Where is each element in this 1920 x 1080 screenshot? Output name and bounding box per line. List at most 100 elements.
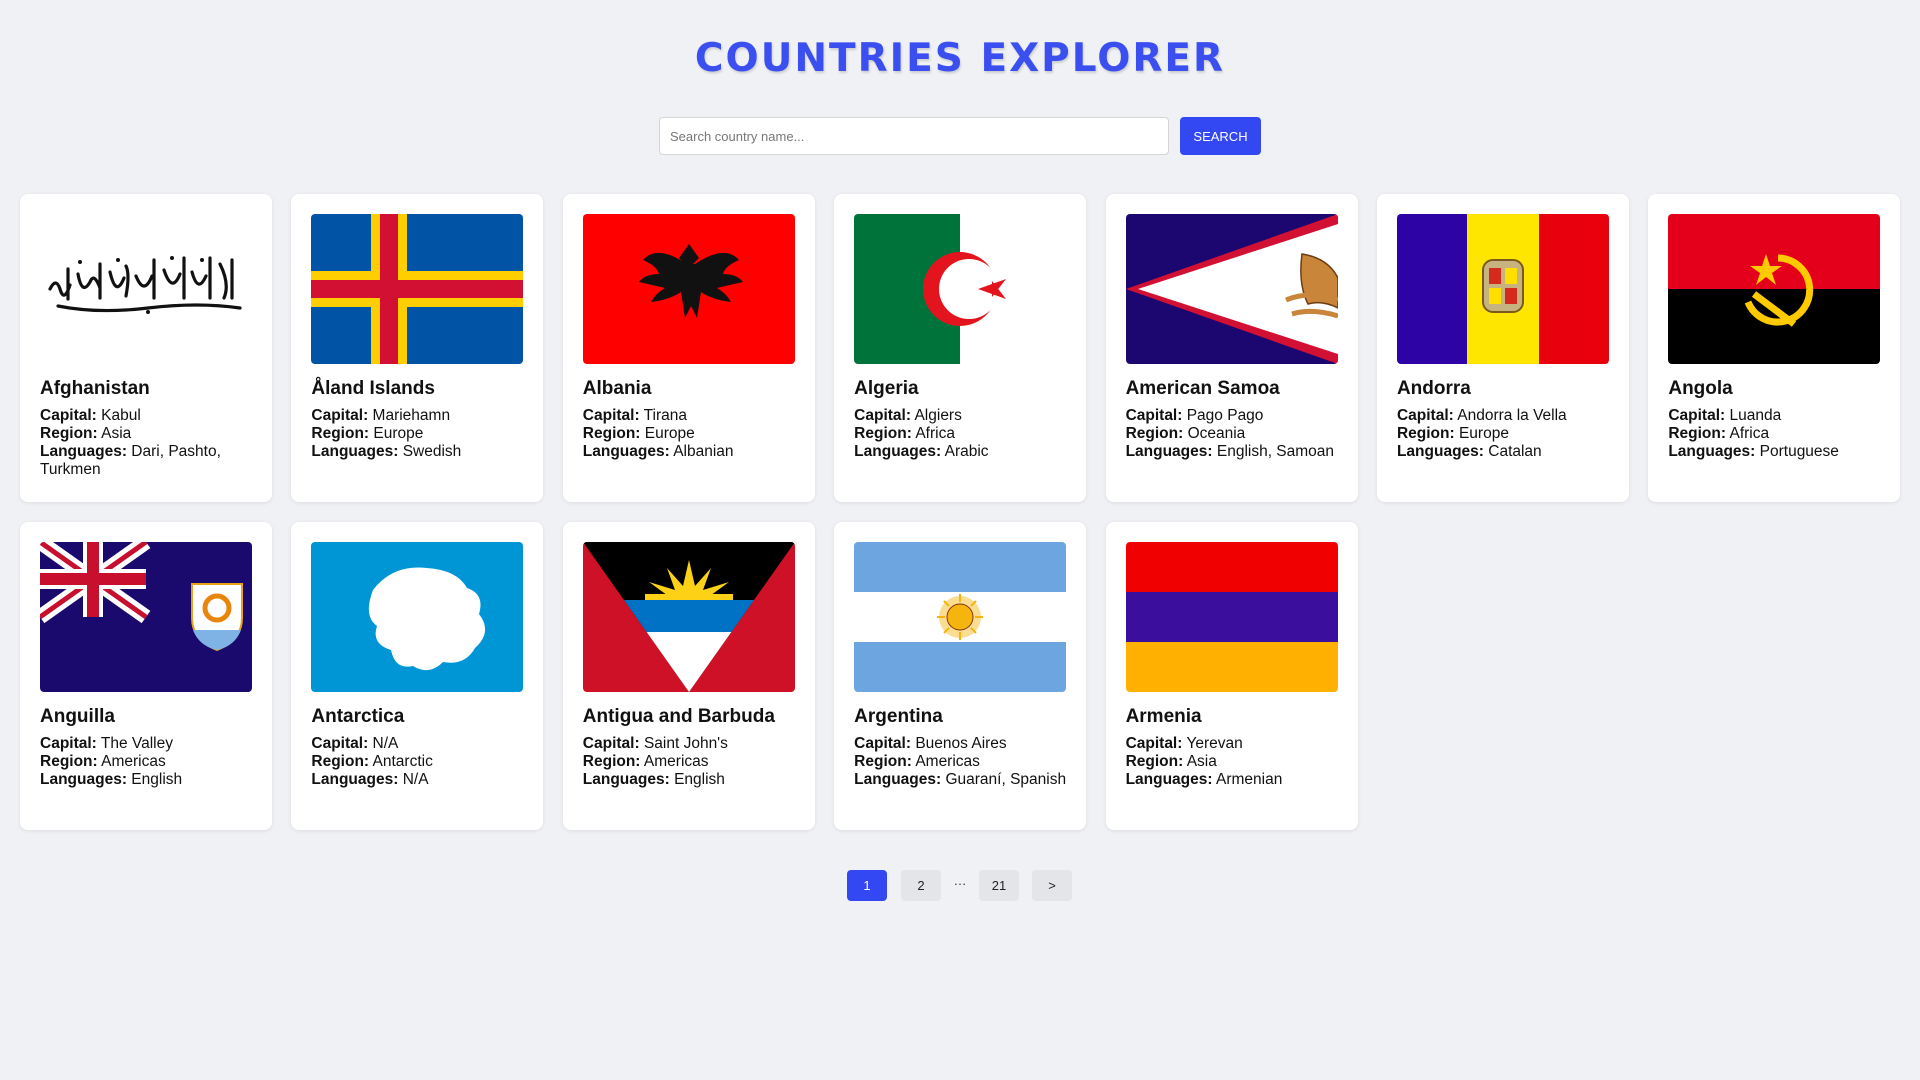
region-label: Region: [582,753,641,770]
country-card[interactable]: Argentina Capital: Buenos Aires Region: … [834,522,1087,830]
languages-label: Languages: [40,771,127,788]
capital-label: Capital: [582,407,640,424]
languages-label: Languages: [854,771,942,788]
region-label: Region: [311,425,370,442]
country-card[interactable]: Albania Capital: Tirana Region: Europe L… [562,194,815,502]
country-card[interactable]: Andorra Capital: Andorra la Vella Region… [1376,194,1629,502]
region-label: Region: [1125,753,1184,770]
andorra-flag-icon [1396,214,1609,364]
region-value: Asia [1186,753,1217,770]
languages-label: Languages: [582,443,670,460]
languages-value: English, Samoan [1216,443,1335,460]
capital-value: Algiers [914,407,962,424]
region-value: Europe [1458,425,1509,442]
country-name: Albania [582,378,652,399]
country-name: Algeria [854,378,919,399]
capital-value: Pago Pago [1186,407,1264,424]
country-name: Antarctica [311,706,405,727]
albania-flag-icon [582,214,795,364]
capital-value: Mariehamn [372,407,451,424]
region-label: Region: [40,753,98,770]
country-card[interactable]: Afghanistan Capital: Kabul Region: Asia … [20,194,272,502]
page-title: COUNTRIES EXPLORER [694,36,1226,81]
country-info: Capital: Luanda Region: Africa Languages… [1668,407,1880,461]
languages-value: Swedish [402,443,462,460]
capital-label: Capital: [1125,407,1183,424]
capital-label: Capital: [40,407,97,424]
languages-value: English [674,771,725,788]
region-label: Region: [1668,425,1727,442]
country-name: Argentina [854,706,943,727]
capital-label: Capital: [311,735,369,752]
search-input[interactable] [659,117,1169,155]
languages-label: Languages: [311,771,399,788]
region-label: Region: [854,753,912,770]
country-name: Anguilla [40,706,115,727]
page-button-1[interactable]: 1 [847,870,887,901]
country-info: Capital: Tirana Region: Europe Languages… [583,407,795,461]
languages-value: English [131,771,183,788]
languages-value: Catalan [1488,443,1542,460]
anguilla-flag-icon [40,542,252,692]
region-value: Americas [643,753,709,770]
country-card[interactable]: Antarctica Capital: N/A Region: Antarcti… [291,522,544,830]
capital-label: Capital: [1396,407,1454,424]
page-button-2[interactable]: 2 [901,870,941,901]
country-name: Afghanistan [40,378,150,399]
region-value: Americas [101,753,166,770]
region-label: Region: [40,425,98,442]
search-button[interactable]: SEARCH [1180,117,1261,155]
page-button-21[interactable]: 21 [979,870,1019,901]
country-info: Capital: Algiers Region: Africa Language… [854,407,1066,461]
country-card[interactable]: Angola Capital: Luanda Region: Africa La… [1648,194,1901,502]
country-card[interactable]: American Samoa Capital: Pago Pago Region… [1105,194,1358,502]
country-name: Andorra [1396,378,1471,399]
country-info: Capital: Yerevan Region: Asia Languages:… [1126,735,1338,789]
languages-label: Languages: [582,771,670,788]
armenia-flag-icon [1125,542,1338,692]
country-card[interactable]: Algeria Capital: Algiers Region: Africa … [834,194,1087,502]
capital-value: Yerevan [1186,735,1243,752]
country-card[interactable]: Anguilla Capital: The Valley Region: Ame… [20,522,272,830]
languages-label: Languages: [40,443,127,460]
country-info: Capital: Andorra la Vella Region: Europe… [1397,407,1609,461]
region-value: Antarctic [372,753,433,770]
region-value: Africa [915,425,955,442]
angola-flag-icon [1668,214,1881,364]
capital-value: Andorra la Vella [1457,407,1567,424]
region-label: Region: [854,425,912,442]
capital-value: The Valley [100,735,173,752]
languages-value: N/A [402,771,429,788]
region-label: Region: [1125,425,1184,442]
country-info: Capital: The Valley Region: Americas Lan… [40,735,252,789]
capital-value: N/A [372,735,399,752]
capital-label: Capital: [40,735,97,752]
countries-grid: Afghanistan Capital: Kabul Region: Asia … [20,194,1901,830]
argentina-flag-icon [854,542,1067,692]
next-page-button[interactable]: > [1032,870,1072,901]
country-card[interactable]: Åland Islands Capital: Mariehamn Region:… [291,194,544,502]
capital-value: Tirana [643,407,688,424]
capital-label: Capital: [854,735,912,752]
country-card[interactable]: Antigua and Barbuda Capital: Saint John'… [562,522,815,830]
country-info: Capital: Pago Pago Region: Oceania Langu… [1126,407,1338,461]
country-name: American Samoa [1125,378,1280,399]
region-value: Africa [1729,425,1770,442]
country-card[interactable]: Armenia Capital: Yerevan Region: Asia La… [1105,522,1358,830]
pagination-ellipsis: … [953,873,967,888]
afghanistan-flag-icon [40,214,252,364]
region-value: Asia [101,425,132,442]
american-samoa-flag-icon [1125,214,1338,364]
country-info: Capital: N/A Region: Antarctic Languages… [311,735,523,789]
capital-label: Capital: [1668,407,1726,424]
country-info: Capital: Mariehamn Region: Europe Langua… [311,407,523,461]
languages-label: Languages: [1668,443,1756,460]
languages-label: Languages: [1396,443,1484,460]
languages-value: Guaraní, Spanish [945,771,1067,788]
antarctica-flag-icon [311,542,524,692]
languages-label: Languages: [311,443,399,460]
region-value: Europe [644,425,695,442]
capital-label: Capital: [582,735,640,752]
capital-label: Capital: [311,407,369,424]
country-name: Åland Islands [311,378,435,399]
